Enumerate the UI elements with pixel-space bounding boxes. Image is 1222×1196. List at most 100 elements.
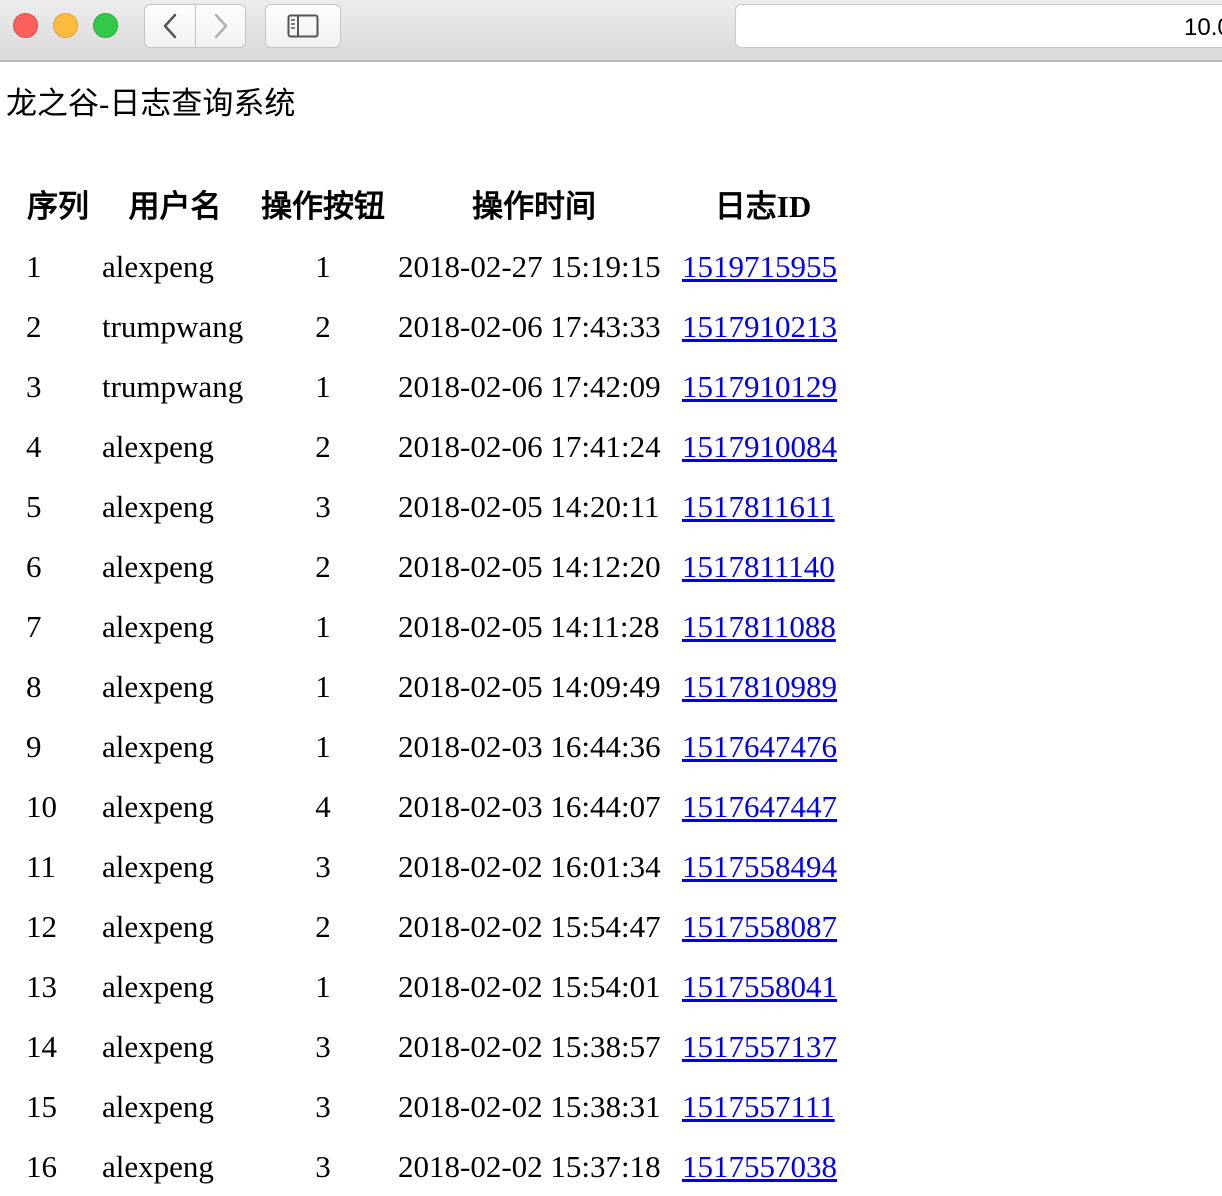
cell-sequence: 15 — [26, 1089, 57, 1124]
cell-username: alexpeng — [102, 849, 214, 884]
cell-log-id: 1517910129 — [682, 357, 844, 417]
cell-username: alexpeng — [102, 789, 214, 824]
cell-log-id: 1517557137 — [682, 1017, 844, 1077]
cell-log-id: 1517557038 — [682, 1137, 844, 1196]
cell-action-time: 2018-02-06 17:42:09 — [398, 369, 661, 404]
cell-sequence: 13 — [26, 969, 57, 1004]
cell-log-id: 1517557111 — [682, 1077, 844, 1137]
cell-username: alexpeng — [102, 909, 214, 944]
cell-action-time: 2018-02-02 16:01:34 — [398, 849, 661, 884]
cell-sequence: 8 — [26, 669, 42, 704]
table-row: 1 alexpeng 1 2018-02-27 15:19:15 1519715955 — [26, 237, 844, 297]
cell-action-button: 1 — [315, 609, 331, 644]
cell-sequence: 7 — [26, 609, 42, 644]
cell-username: alexpeng — [102, 1149, 214, 1184]
cell-sequence: 16 — [26, 1149, 57, 1184]
table-row: 3 trumpwang 1 2018-02-06 17:42:09 1517910129 — [26, 357, 844, 417]
log-id-link[interactable]: 1517811611 — [682, 489, 835, 524]
log-table-body: 1 alexpeng 1 2018-02-27 15:19:15 1519715955 2… — [26, 237, 844, 1196]
cell-action-time: 2018-02-05 14:09:49 — [398, 669, 661, 704]
cell-sequence: 10 — [26, 789, 57, 824]
cell-log-id: 1517558087 — [682, 897, 844, 957]
table-row: 14 alexpeng 3 2018-02-02 15:38:57 1517557137 — [26, 1017, 844, 1077]
sidebar-toggle-button[interactable] — [265, 4, 341, 48]
cell-action-button: 1 — [315, 969, 331, 1004]
back-button[interactable] — [144, 4, 196, 48]
cell-action-time: 2018-02-06 17:41:24 — [398, 429, 661, 464]
header-sequence: 序列 — [27, 189, 89, 224]
cell-action-time: 2018-02-06 17:43:33 — [398, 309, 661, 344]
log-id-link[interactable]: 1517558041 — [682, 969, 837, 1004]
header-log-id: 日志ID — [714, 189, 812, 224]
cell-log-id: 1517910084 — [682, 417, 844, 477]
address-bar[interactable]: 10.0 — [735, 4, 1222, 48]
log-id-link[interactable]: 1517557111 — [682, 1089, 835, 1124]
table-row: 9 alexpeng 1 2018-02-03 16:44:36 1517647476 — [26, 717, 844, 777]
cell-username: alexpeng — [102, 1029, 214, 1064]
cell-username: alexpeng — [102, 429, 214, 464]
cell-action-time: 2018-02-03 16:44:07 — [398, 789, 661, 824]
cell-sequence: 6 — [26, 549, 42, 584]
cell-action-button: 1 — [315, 249, 331, 284]
cell-log-id: 1517811611 — [682, 477, 844, 537]
log-id-link[interactable]: 1517558494 — [682, 849, 837, 884]
zoom-window-button[interactable] — [93, 13, 118, 38]
log-id-link[interactable]: 1517557038 — [682, 1149, 837, 1184]
header-username: 用户名 — [128, 189, 222, 224]
cell-action-time: 2018-02-02 15:54:47 — [398, 909, 661, 944]
cell-sequence: 12 — [26, 909, 57, 944]
cell-action-button: 4 — [315, 789, 331, 824]
log-id-link[interactable]: 1517647447 — [682, 789, 837, 824]
cell-sequence: 9 — [26, 729, 42, 764]
cell-sequence: 3 — [26, 369, 42, 404]
log-table: 序列 用户名 操作按钮 操作时间 日志ID 1 alexpeng 1 2018-02-… — [14, 177, 856, 1196]
cell-username: alexpeng — [102, 549, 214, 584]
cell-log-id: 1517910213 — [682, 297, 844, 357]
cell-username: alexpeng — [102, 1089, 214, 1124]
cell-sequence: 14 — [26, 1029, 57, 1064]
table-row: 8 alexpeng 1 2018-02-05 14:09:49 1517810989 — [26, 657, 844, 717]
chevron-right-icon — [214, 13, 227, 39]
forward-button[interactable] — [196, 4, 246, 48]
cell-action-button: 3 — [315, 1029, 331, 1064]
header-action-time: 操作时间 — [472, 189, 596, 224]
log-id-link[interactable]: 1517558087 — [682, 909, 837, 944]
table-row: 16 alexpeng 3 2018-02-02 15:37:18 1517557038 — [26, 1137, 844, 1196]
table-row: 11 alexpeng 3 2018-02-02 16:01:34 1517558494 — [26, 837, 844, 897]
log-id-link[interactable]: 1517811140 — [682, 549, 835, 584]
log-id-link[interactable]: 1517810989 — [682, 669, 837, 704]
table-row: 2 trumpwang 2 2018-02-06 17:43:33 1517910213 — [26, 297, 844, 357]
table-row: 5 alexpeng 3 2018-02-05 14:20:11 1517811611 — [26, 477, 844, 537]
log-id-link[interactable]: 1517910084 — [682, 429, 837, 464]
table-row: 15 alexpeng 3 2018-02-02 15:38:31 1517557111 — [26, 1077, 844, 1137]
table-row: 6 alexpeng 2 2018-02-05 14:12:20 1517811140 — [26, 537, 844, 597]
close-window-button[interactable] — [13, 13, 38, 38]
header-action-button: 操作按钮 — [261, 189, 385, 224]
cell-action-time: 2018-02-05 14:20:11 — [398, 489, 660, 524]
cell-log-id: 1517647447 — [682, 777, 844, 837]
page-title: 龙之谷-日志查询系统 — [6, 86, 296, 121]
cell-action-time: 2018-02-02 15:38:57 — [398, 1029, 661, 1064]
browser-toolbar: 10.0 — [0, 0, 1222, 62]
log-id-link[interactable]: 1517910213 — [682, 309, 837, 344]
cell-sequence: 11 — [26, 849, 56, 884]
cell-action-time: 2018-02-02 15:37:18 — [398, 1149, 661, 1184]
cell-action-button: 1 — [315, 369, 331, 404]
cell-log-id: 1517811088 — [682, 597, 844, 657]
cell-action-time: 2018-02-27 15:19:15 — [398, 249, 661, 284]
table-row: 10 alexpeng 4 2018-02-03 16:44:07 1517647447 — [26, 777, 844, 837]
table-row: 12 alexpeng 2 2018-02-02 15:54:47 1517558087 — [26, 897, 844, 957]
cell-log-id: 1517558041 — [682, 957, 844, 1017]
log-id-link[interactable]: 1517557137 — [682, 1029, 837, 1064]
cell-username: trumpwang — [102, 369, 244, 404]
cell-username: alexpeng — [102, 969, 214, 1004]
table-row: 13 alexpeng 1 2018-02-02 15:54:01 1517558041 — [26, 957, 844, 1017]
log-id-link[interactable]: 1519715955 — [682, 249, 837, 284]
log-id-link[interactable]: 1517910129 — [682, 369, 837, 404]
cell-log-id: 1517647476 — [682, 717, 844, 777]
log-id-link[interactable]: 1517647476 — [682, 729, 837, 764]
minimize-window-button[interactable] — [53, 13, 78, 38]
sidebar-icon — [287, 14, 319, 38]
cell-sequence: 1 — [26, 249, 42, 284]
log-id-link[interactable]: 1517811088 — [682, 609, 836, 644]
